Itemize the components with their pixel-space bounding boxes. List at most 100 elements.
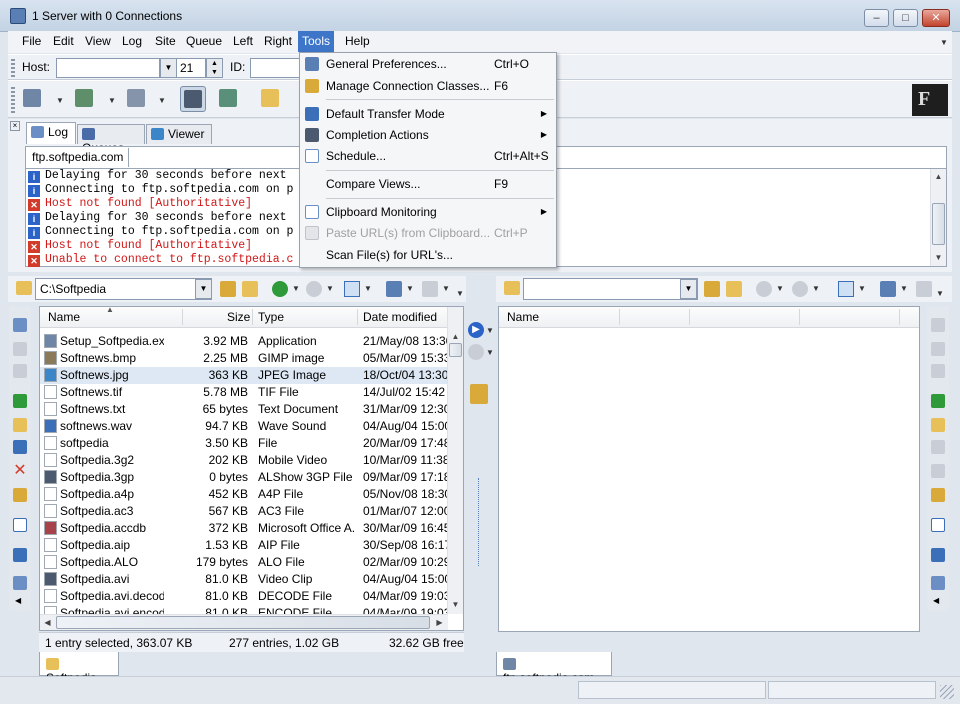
search-icon[interactable]	[13, 576, 27, 590]
menu-item-schedule[interactable]: Schedule... Ctrl+Alt+S	[301, 146, 555, 166]
chevron-down-icon[interactable]: ◀	[933, 596, 939, 605]
table-row[interactable]: softnews.wav 94.7 KB Wave Sound 04/Aug/04 1…	[40, 418, 448, 435]
maximize-button[interactable]: □	[893, 9, 918, 27]
chevron-down-icon[interactable]: ▼	[406, 284, 414, 293]
connect-icon[interactable]	[13, 318, 27, 332]
table-row[interactable]: Softpedia.3gp 0 bytes ALShow 3GP File 09/Ma…	[40, 469, 448, 486]
browse-folder-icon[interactable]	[726, 281, 742, 297]
toolbar-overflow-icon[interactable]: ▼	[456, 289, 464, 298]
chevron-down-icon[interactable]: ▼	[326, 284, 334, 293]
minimize-button[interactable]: –	[864, 9, 889, 27]
properties-icon[interactable]	[931, 488, 945, 502]
tab-viewer[interactable]: Viewer	[146, 124, 212, 144]
chevron-down-icon[interactable]: ▼	[900, 284, 908, 293]
open-folder-button[interactable]	[258, 86, 284, 112]
menu-item-clipboard-monitoring[interactable]: Clipboard Monitoring ▶	[301, 202, 555, 222]
scroll-up-icon[interactable]: ▲	[931, 169, 946, 184]
parent-folder-icon[interactable]	[704, 281, 720, 297]
connect-server-button[interactable]	[20, 86, 46, 112]
scroll-left-icon[interactable]: ◀	[40, 615, 55, 630]
id-input[interactable]	[250, 58, 300, 78]
chevron-down-icon[interactable]: ▼	[940, 38, 948, 47]
chevron-down-icon[interactable]: ▼	[108, 96, 116, 105]
refresh-icon[interactable]	[13, 394, 27, 408]
tab-log[interactable]: Log	[26, 122, 76, 144]
delete-icon[interactable]: ✕	[13, 463, 27, 479]
tab-right-server[interactable]: ftp.softpedia.com	[496, 652, 612, 685]
url-connect-button[interactable]	[124, 86, 150, 112]
chevron-down-icon[interactable]: ▼	[486, 348, 494, 357]
toolbar-overflow-icon[interactable]: ▼	[936, 289, 944, 298]
scroll-up-icon[interactable]: ▲	[448, 329, 463, 344]
chevron-down-icon[interactable]: ▼	[812, 284, 820, 293]
rename-icon[interactable]	[13, 440, 27, 454]
chevron-down-icon[interactable]: ◀	[15, 596, 21, 605]
menu-item-completion-actions[interactable]: Completion Actions ▶	[301, 125, 555, 145]
tab-left-folder[interactable]: Softpedia	[39, 652, 119, 685]
path-dropdown-button[interactable]: ▼	[195, 279, 212, 299]
table-row[interactable]: Softpedia.accdb 372 KB Microsoft Office A.…	[40, 520, 448, 537]
left-path-field[interactable]: C:\Softpedia	[35, 278, 212, 300]
scroll-down-icon[interactable]: ▼	[448, 597, 463, 612]
chevron-down-icon[interactable]: ▼	[292, 284, 300, 293]
refresh-icon[interactable]	[931, 394, 945, 408]
filter-icon[interactable]	[386, 281, 402, 297]
table-row[interactable]: Softpedia.ac3 567 KB AC3 File 01/Mar/07 12:…	[40, 503, 448, 520]
chevron-down-icon[interactable]: ▼	[486, 326, 494, 335]
table-row[interactable]: Softpedia.3g2 202 KB Mobile Video 10/Mar/09…	[40, 452, 448, 469]
menu-file[interactable]: File	[21, 34, 42, 48]
edit-icon[interactable]	[13, 518, 27, 532]
parent-folder-icon[interactable]	[220, 281, 236, 297]
menu-edit[interactable]: Edit	[52, 34, 75, 48]
properties-icon[interactable]	[13, 488, 27, 502]
column-header-date[interactable]: Date modified	[363, 310, 437, 324]
table-row[interactable]: Softpedia.aip 1.53 KB AIP File 30/Sep/08 16…	[40, 537, 448, 554]
host-dropdown-button[interactable]: ▼	[160, 58, 177, 78]
menu-site[interactable]: Site	[154, 34, 177, 48]
view-mode-icon[interactable]	[344, 281, 360, 297]
table-row[interactable]: Softnews.bmp 2.25 MB GIMP image 05/Mar/09 1…	[40, 350, 448, 367]
tab-queues[interactable]: Queues	[77, 124, 145, 155]
menu-left[interactable]: Left	[232, 34, 254, 48]
compare-icon[interactable]	[13, 548, 27, 562]
menu-right[interactable]: Right	[263, 34, 293, 48]
tab-session[interactable]: ftp.softpedia.com	[27, 148, 130, 167]
table-row[interactable]: Setup_Softpedia.exe 3.92 MB Application 21/…	[40, 333, 448, 350]
menu-item-default-transfer-mode[interactable]: Default Transfer Mode ▶	[301, 104, 555, 124]
table-row[interactable]: Softpedia.avi.encode 81.0 KB ENCODE File 04…	[40, 605, 448, 614]
table-row[interactable]: Softnews.txt 65 bytes Text Document 31/Mar/…	[40, 401, 448, 418]
menu-item-general-preferences[interactable]: General Preferences... Ctrl+O	[301, 54, 555, 74]
chevron-down-icon[interactable]: ▼	[442, 284, 450, 293]
chevron-down-icon[interactable]: ▼	[776, 284, 784, 293]
menu-view[interactable]: View	[84, 34, 112, 48]
file-list-vscrollbar[interactable]: ▲ ▼	[447, 307, 463, 614]
host-input[interactable]	[56, 58, 160, 78]
menu-item-compare-views[interactable]: Compare Views... F9	[301, 174, 555, 194]
filter-icon[interactable]	[880, 281, 896, 297]
table-row[interactable]: Softpedia.a4p 452 KB A4P File 05/Nov/08 18:…	[40, 486, 448, 503]
scroll-thumb[interactable]	[56, 616, 430, 629]
scroll-thumb[interactable]	[932, 203, 945, 245]
splitter-handle[interactable]	[478, 478, 482, 566]
toolbar-grip[interactable]	[11, 87, 15, 113]
menu-queue[interactable]: Queue	[185, 34, 223, 48]
log-scrollbar[interactable]: ▲ ▼	[930, 169, 946, 266]
table-row[interactable]: Softpedia.avi 81.0 KB Video Clip 04/Aug/04 …	[40, 571, 448, 588]
path-dropdown-button[interactable]: ▼	[680, 279, 697, 299]
view-mode-icon[interactable]	[838, 281, 854, 297]
table-row[interactable]: softpedia 3.50 KB File 20/Mar/09 17:48	[40, 435, 448, 452]
site-manager-button[interactable]	[72, 86, 98, 112]
table-row[interactable]: Softnews.tif 5.78 MB TIF File 14/Jul/02 15:…	[40, 384, 448, 401]
new-folder-icon[interactable]	[13, 418, 27, 432]
synchronize-icon[interactable]	[470, 384, 488, 404]
edit-icon[interactable]	[931, 518, 945, 532]
chevron-down-icon[interactable]: ▼	[858, 284, 866, 293]
column-header-name[interactable]: Name	[507, 310, 539, 324]
menu-item-manage-connection-classes[interactable]: Manage Connection Classes... F6	[301, 76, 555, 96]
port-input[interactable]	[176, 58, 206, 78]
refresh-icon[interactable]	[422, 281, 438, 297]
menu-item-scan-files[interactable]: Scan File(s) for URL's...	[301, 245, 555, 265]
scroll-down-icon[interactable]: ▼	[931, 250, 946, 265]
scroll-thumb[interactable]	[449, 343, 462, 357]
file-list-hscrollbar[interactable]: ◀ ▶	[40, 614, 448, 630]
